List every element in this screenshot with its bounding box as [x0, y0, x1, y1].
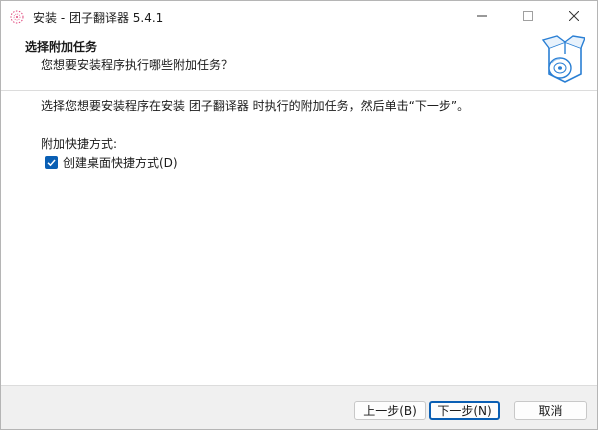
minimize-button[interactable] — [459, 1, 505, 32]
wizard-content: 选择您想要安装程序在安装 团子翻译器 时执行的附加任务，然后单击“下一步”。 附… — [1, 91, 597, 385]
maximize-button[interactable] — [505, 1, 551, 32]
wizard-header: 选择附加任务 您想要安装程序执行哪些附加任务？ — [1, 32, 597, 91]
title-bar[interactable]: 安装 - 团子翻译器 5.4.1 — [1, 1, 597, 32]
page-title: 选择附加任务 — [25, 40, 98, 54]
next-button[interactable]: 下一步(N) — [429, 401, 500, 420]
page-subtitle: 您想要安装程序执行哪些附加任务？ — [41, 58, 234, 72]
minimize-icon — [477, 10, 487, 24]
footer-divider — [1, 385, 597, 386]
installer-window: 安装 - 团子翻译器 5.4.1 选择附加任务 您想要安装程序执行哪些附加任务？ — [0, 0, 598, 430]
desktop-shortcut-checkbox[interactable] — [45, 156, 58, 169]
cancel-button[interactable]: 取消 — [514, 401, 587, 420]
window-title: 安装 - 团子翻译器 5.4.1 — [33, 11, 164, 25]
shortcuts-group-label: 附加快捷方式: — [41, 137, 118, 151]
installer-box-disc-icon — [541, 34, 586, 86]
checkmark-icon — [47, 159, 56, 167]
close-button[interactable] — [551, 1, 597, 32]
flower-icon — [9, 9, 25, 25]
back-button[interactable]: 上一步(B) — [354, 401, 426, 420]
close-icon — [568, 10, 580, 24]
desktop-shortcut-option[interactable]: 创建桌面快捷方式(D) — [45, 154, 178, 171]
task-description: 选择您想要安装程序在安装 团子翻译器 时执行的附加任务，然后单击“下一步”。 — [41, 99, 470, 113]
desktop-shortcut-label: 创建桌面快捷方式(D) — [63, 156, 178, 170]
maximize-icon — [523, 10, 533, 24]
